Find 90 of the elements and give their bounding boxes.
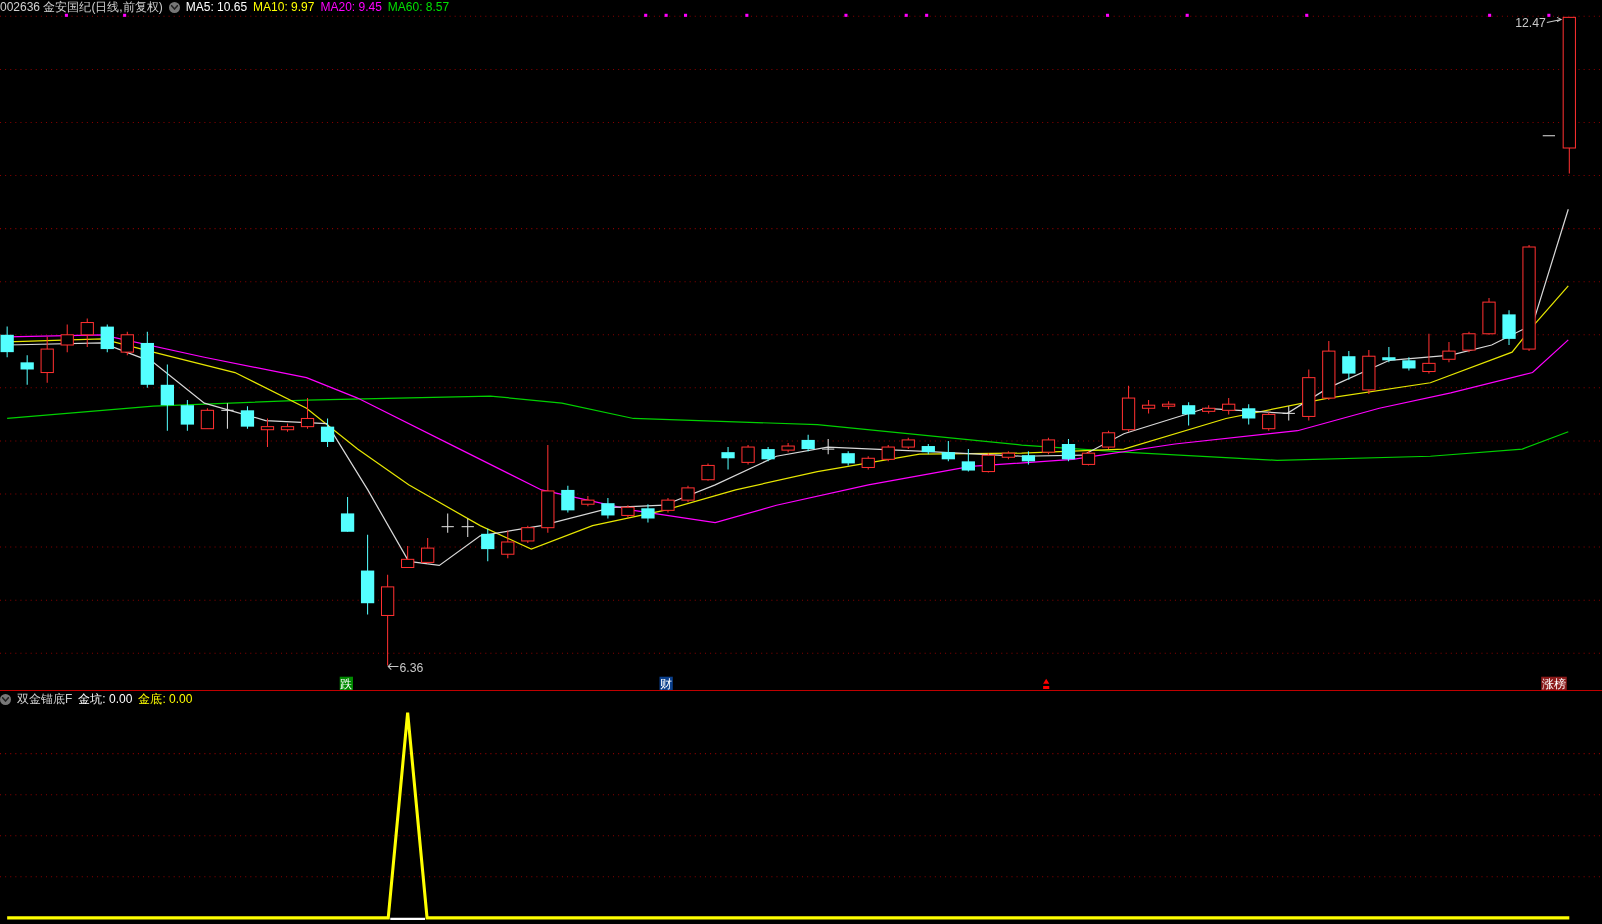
candlestick xyxy=(701,462,715,482)
candlestick xyxy=(861,455,875,470)
candlestick xyxy=(501,530,515,559)
candlestick xyxy=(300,397,315,430)
candlestick xyxy=(40,336,54,384)
candlestick xyxy=(180,399,194,432)
candlestick xyxy=(1442,341,1456,363)
leader-line xyxy=(1546,16,1563,23)
candlestick xyxy=(120,331,134,356)
candlestick xyxy=(1342,350,1356,381)
candlestick xyxy=(741,444,755,465)
candlestick xyxy=(481,528,495,562)
candlestick xyxy=(100,324,114,353)
candlestick xyxy=(881,444,895,462)
candlestick xyxy=(1121,385,1136,433)
candlestick xyxy=(521,525,535,544)
candlestick xyxy=(601,497,615,519)
candlestick xyxy=(1382,346,1396,363)
candlestick xyxy=(641,503,655,524)
candlestick xyxy=(801,434,815,452)
indicator-value: 金坑: 0.00 xyxy=(78,692,133,706)
candlestick xyxy=(340,496,355,533)
candlestick xyxy=(80,317,94,348)
candlestick xyxy=(621,504,635,518)
candlestick xyxy=(260,417,275,448)
candlestick xyxy=(1242,403,1256,426)
candlestick xyxy=(220,402,235,430)
candlestick xyxy=(200,407,215,430)
candlestick xyxy=(441,512,455,534)
candlestick xyxy=(841,450,855,466)
candlestick xyxy=(1462,331,1476,353)
candlestick xyxy=(1502,309,1516,346)
candlestick xyxy=(160,363,174,432)
dropdown-icon[interactable] xyxy=(168,1,180,13)
candlestick xyxy=(1282,405,1296,422)
candlestick xyxy=(1482,297,1496,336)
indicator-value: MA10: 9.97 xyxy=(253,0,315,14)
candlestick xyxy=(240,405,255,430)
candlestick xyxy=(320,417,335,448)
candlestick xyxy=(1021,450,1036,465)
candlestick xyxy=(561,485,575,513)
candlestick xyxy=(20,354,34,386)
candlestick xyxy=(961,448,975,473)
candlestick xyxy=(1362,349,1376,395)
candlestick xyxy=(1081,450,1096,466)
price-label: 6.36 xyxy=(399,660,424,675)
candlestick xyxy=(1001,450,1016,460)
candlestick xyxy=(1061,438,1076,462)
candlestick xyxy=(1402,356,1416,371)
leader-line xyxy=(387,662,399,671)
candlestick xyxy=(721,446,735,470)
indicator-value: MA20: 9.45 xyxy=(320,0,382,14)
indicator-value: MA60: 8.57 xyxy=(387,0,450,14)
candlestick xyxy=(60,324,74,353)
signal-marker: 财 xyxy=(659,676,673,691)
candlestick xyxy=(461,518,475,538)
stock-title: 002636 金安国纪(日线,前复权) xyxy=(0,0,163,14)
candlestick xyxy=(1302,369,1316,422)
candlestick xyxy=(1182,401,1196,427)
candlestick xyxy=(981,452,995,474)
candlestick xyxy=(941,440,955,462)
candlestick xyxy=(581,495,595,507)
candlestick xyxy=(280,423,295,433)
candlestick xyxy=(901,437,915,450)
candlestick xyxy=(1101,430,1116,450)
indicator-value: 金底: 0.00 xyxy=(138,692,193,706)
candlestick xyxy=(661,497,675,513)
candlestick xyxy=(1222,397,1236,415)
candlestick xyxy=(921,443,935,455)
candlestick xyxy=(401,545,415,568)
dropdown-icon[interactable] xyxy=(0,693,11,705)
candlestick xyxy=(1262,411,1276,432)
candlestick xyxy=(1041,437,1056,455)
candlestick xyxy=(1202,404,1216,414)
candlestick xyxy=(1542,135,1556,137)
candlestick xyxy=(1422,333,1436,375)
candlestick xyxy=(761,446,775,462)
indicator-title: 双金锚底F xyxy=(17,692,73,706)
candlestick xyxy=(781,442,795,453)
candlestick xyxy=(0,326,14,358)
price-label: 12.47 xyxy=(1515,15,1546,30)
indicator-value: MA5: 10.65 xyxy=(185,0,248,14)
candlestick xyxy=(1141,399,1156,414)
candlestick xyxy=(421,537,435,564)
candlestick xyxy=(140,331,154,389)
candlestick xyxy=(681,485,695,503)
candlestick xyxy=(1322,340,1336,401)
signal-marker: 跌 xyxy=(339,676,353,691)
candlestick xyxy=(821,438,835,455)
signal-marker: 涨榜 xyxy=(1541,676,1567,691)
